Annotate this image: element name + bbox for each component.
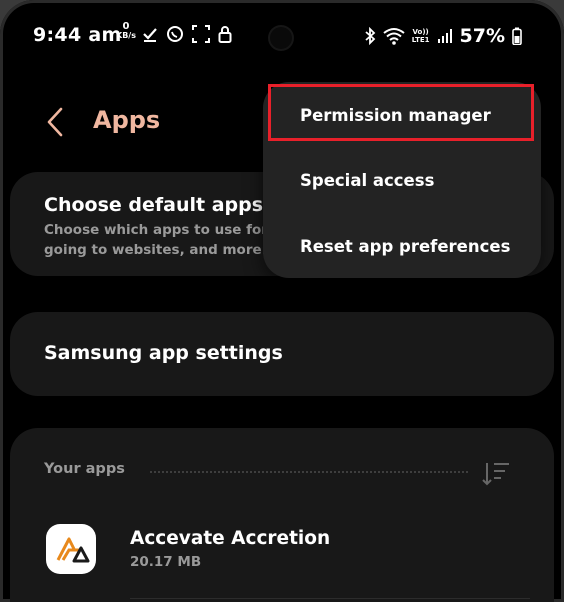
status-icons-left bbox=[142, 25, 232, 43]
header-divider bbox=[150, 471, 468, 473]
status-bar: 9:44 am 0 KB/s Vo)) LTE1 57% bbox=[0, 0, 564, 70]
status-time: 9:44 am bbox=[33, 24, 122, 46]
lock-icon bbox=[218, 26, 232, 43]
choose-default-apps-desc: Choose which apps to use for going to we… bbox=[44, 220, 274, 260]
volte-indicator: Vo)) LTE1 bbox=[412, 28, 430, 44]
menu-item-label: Permission manager bbox=[300, 105, 491, 125]
menu-item-label: Reset app preferences bbox=[300, 236, 511, 256]
accevate-logo-icon[interactable] bbox=[46, 524, 96, 574]
back-button[interactable] bbox=[40, 102, 70, 142]
status-icons-right: Vo)) LTE1 57% bbox=[364, 25, 522, 47]
page-title: Apps bbox=[93, 106, 161, 134]
accevate-logo-graphic bbox=[56, 537, 90, 563]
front-camera bbox=[270, 27, 292, 49]
menu-item-label: Special access bbox=[300, 170, 435, 190]
menu-item-permission-manager[interactable]: Permission manager bbox=[263, 85, 541, 145]
wifi-icon bbox=[383, 28, 405, 45]
samsung-app-settings-title: Samsung app settings bbox=[44, 342, 283, 364]
bluetooth-icon bbox=[365, 27, 376, 45]
choose-default-apps-title: Choose default apps bbox=[44, 194, 264, 216]
samsung-app-settings-card[interactable]: Samsung app settings bbox=[10, 312, 554, 396]
overflow-menu: Permission manager Special access Reset … bbox=[263, 82, 541, 278]
app-name[interactable]: Accevate Accretion bbox=[130, 528, 330, 549]
net-speed: 0 KB/s bbox=[116, 21, 136, 41]
list-divider bbox=[130, 598, 530, 599]
sort-icon bbox=[482, 463, 509, 486]
battery-icon bbox=[512, 27, 522, 45]
phone-screen: 9:44 am 0 KB/s Vo)) LTE1 57% Apps Choose… bbox=[0, 0, 564, 602]
your-apps-card: Your apps Accevate Accretion 20.17 MB bbox=[10, 428, 554, 602]
volte-top: Vo)) bbox=[412, 28, 429, 36]
menu-item-reset-app-preferences[interactable]: Reset app preferences bbox=[263, 216, 541, 276]
whatsapp-icon bbox=[167, 26, 183, 42]
download-check-icon bbox=[143, 28, 157, 42]
desc-line-2: going to websites, and more. bbox=[44, 242, 267, 258]
your-apps-header: Your apps bbox=[44, 461, 125, 477]
screenshot-icon bbox=[192, 25, 210, 43]
volte-bottom: LTE1 bbox=[411, 36, 430, 44]
battery-percent: 57% bbox=[459, 25, 505, 47]
desc-line-1: Choose which apps to use for bbox=[44, 222, 268, 238]
app-size: 20.17 MB bbox=[130, 554, 202, 570]
chevron-left-icon bbox=[47, 107, 63, 137]
net-speed-unit: KB/s bbox=[116, 31, 136, 40]
sort-button[interactable] bbox=[480, 458, 512, 490]
menu-item-special-access[interactable]: Special access bbox=[263, 150, 541, 210]
signal-icon bbox=[437, 29, 452, 43]
net-speed-value: 0 bbox=[122, 21, 130, 32]
